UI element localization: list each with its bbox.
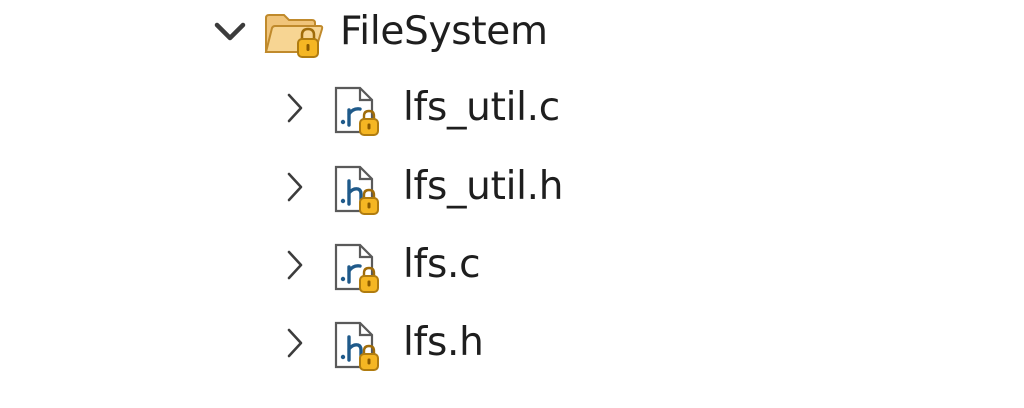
tree-item-label: FileSystem	[340, 9, 548, 54]
chevron-right-icon[interactable]	[278, 159, 312, 215]
tree-item-file[interactable]: lfs_util.h	[0, 159, 700, 215]
chevron-down-icon[interactable]	[213, 4, 247, 60]
project-explorer-tree: FileSystem lfs_util.c lfs_util.h lfs.c l…	[0, 0, 1024, 408]
c-source-file-icon	[330, 241, 386, 297]
c-source-file-icon	[330, 84, 386, 140]
header-file-icon	[330, 163, 386, 219]
tree-item-label: lfs.c	[403, 242, 481, 287]
tree-item-label: lfs_util.h	[403, 164, 564, 209]
tree-item-file[interactable]: lfs.c	[0, 237, 700, 293]
header-file-icon	[330, 319, 386, 375]
folder-icon	[262, 10, 328, 64]
chevron-right-icon[interactable]	[278, 315, 312, 371]
chevron-right-icon[interactable]	[278, 237, 312, 293]
tree-item-file[interactable]: lfs.h	[0, 315, 700, 371]
tree-item-file[interactable]: lfs_util.c	[0, 80, 700, 136]
tree-item-label: lfs_util.c	[403, 85, 560, 130]
tree-item-label: lfs.h	[403, 320, 484, 365]
tree-item-folder-filesystem[interactable]: FileSystem	[0, 4, 700, 60]
chevron-right-icon[interactable]	[278, 80, 312, 136]
